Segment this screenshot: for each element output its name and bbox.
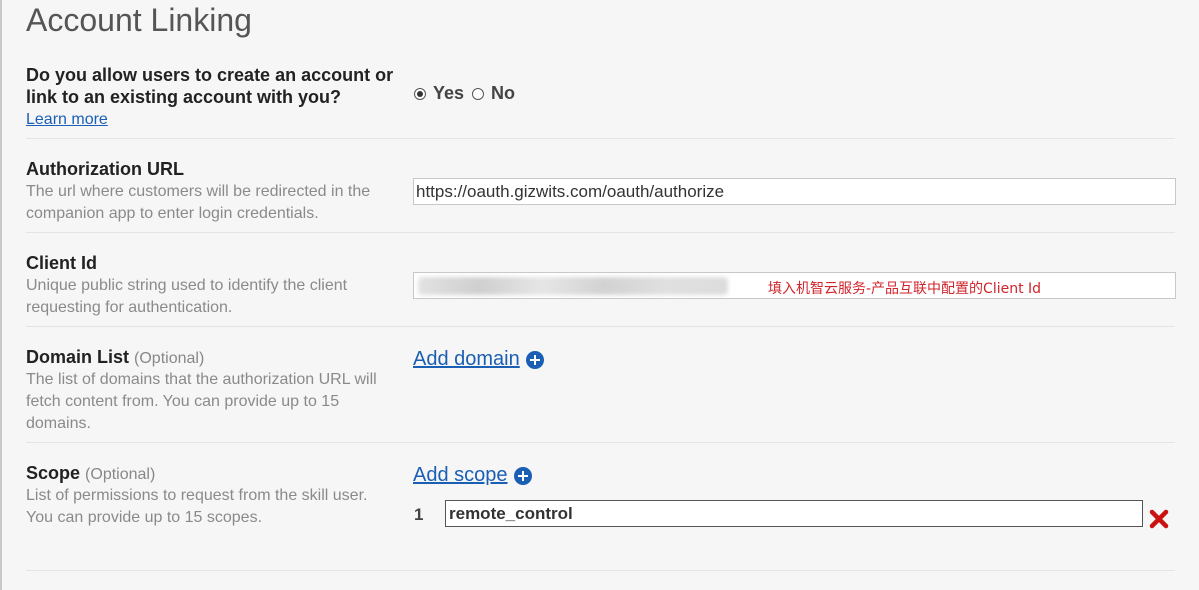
allow-linking-question: Do you allow users to create an account …: [26, 65, 394, 107]
scope-description: List of permissions to request from the …: [26, 487, 368, 526]
client-id-description: Unique public string used to identify th…: [26, 277, 348, 316]
learn-more-link[interactable]: Learn more: [26, 111, 108, 129]
scope-optional: (Optional): [85, 466, 156, 483]
client-id-row: Client Id Unique public string used to i…: [26, 252, 1176, 327]
radio-yes-label: Yes: [433, 83, 465, 103]
domain-list-description: The list of domains that the authorizati…: [26, 371, 377, 432]
radio-no-label: No: [491, 83, 516, 103]
add-scope-label: Add scope: [413, 464, 508, 486]
authorization-url-row: Authorization URL The url where customer…: [26, 158, 1176, 233]
scope-label: Scope: [26, 463, 81, 483]
domain-list-optional: (Optional): [134, 350, 205, 367]
domain-list-row: Domain List (Optional) The list of domai…: [26, 346, 1175, 443]
domain-list-label: Domain List: [26, 347, 130, 367]
client-id-label: Client Id: [26, 253, 97, 273]
authorization-url-input[interactable]: [413, 178, 1176, 205]
scope-item-input[interactable]: [445, 500, 1143, 527]
radio-no[interactable]: No: [472, 83, 515, 104]
client-id-input[interactable]: 填入机智云服务-产品互联中配置的Client Id: [413, 272, 1176, 299]
add-domain-button[interactable]: Add domain: [413, 348, 544, 371]
scope-row: Scope (Optional) List of permissions to …: [26, 462, 1175, 571]
x-delete-icon[interactable]: [1149, 509, 1169, 529]
domain-list-label-wrap: Domain List (Optional): [26, 346, 204, 370]
authorization-url-label: Authorization URL: [26, 159, 184, 179]
allow-linking-row: Do you allow users to create an account …: [26, 64, 1175, 139]
scope-item-index: 1: [414, 505, 424, 524]
left-border: [0, 0, 2, 590]
page-title: Account Linking: [26, 2, 252, 38]
radio-no-control[interactable]: [472, 87, 485, 100]
radio-yes[interactable]: Yes: [414, 83, 464, 104]
add-scope-button[interactable]: Add scope: [413, 464, 532, 487]
client-id-redacted-value: [418, 277, 728, 295]
scope-label-wrap: Scope (Optional): [26, 462, 155, 486]
allow-linking-radio-group: Yes No: [414, 83, 523, 104]
plus-circle-icon: [513, 466, 532, 485]
plus-circle-icon: [525, 350, 544, 369]
radio-yes-control[interactable]: [414, 87, 426, 100]
client-id-annotation: 填入机智云服务-产品互联中配置的Client Id: [768, 281, 1042, 297]
add-domain-label: Add domain: [413, 348, 520, 370]
authorization-url-description: The url where customers will be redirect…: [26, 183, 371, 222]
